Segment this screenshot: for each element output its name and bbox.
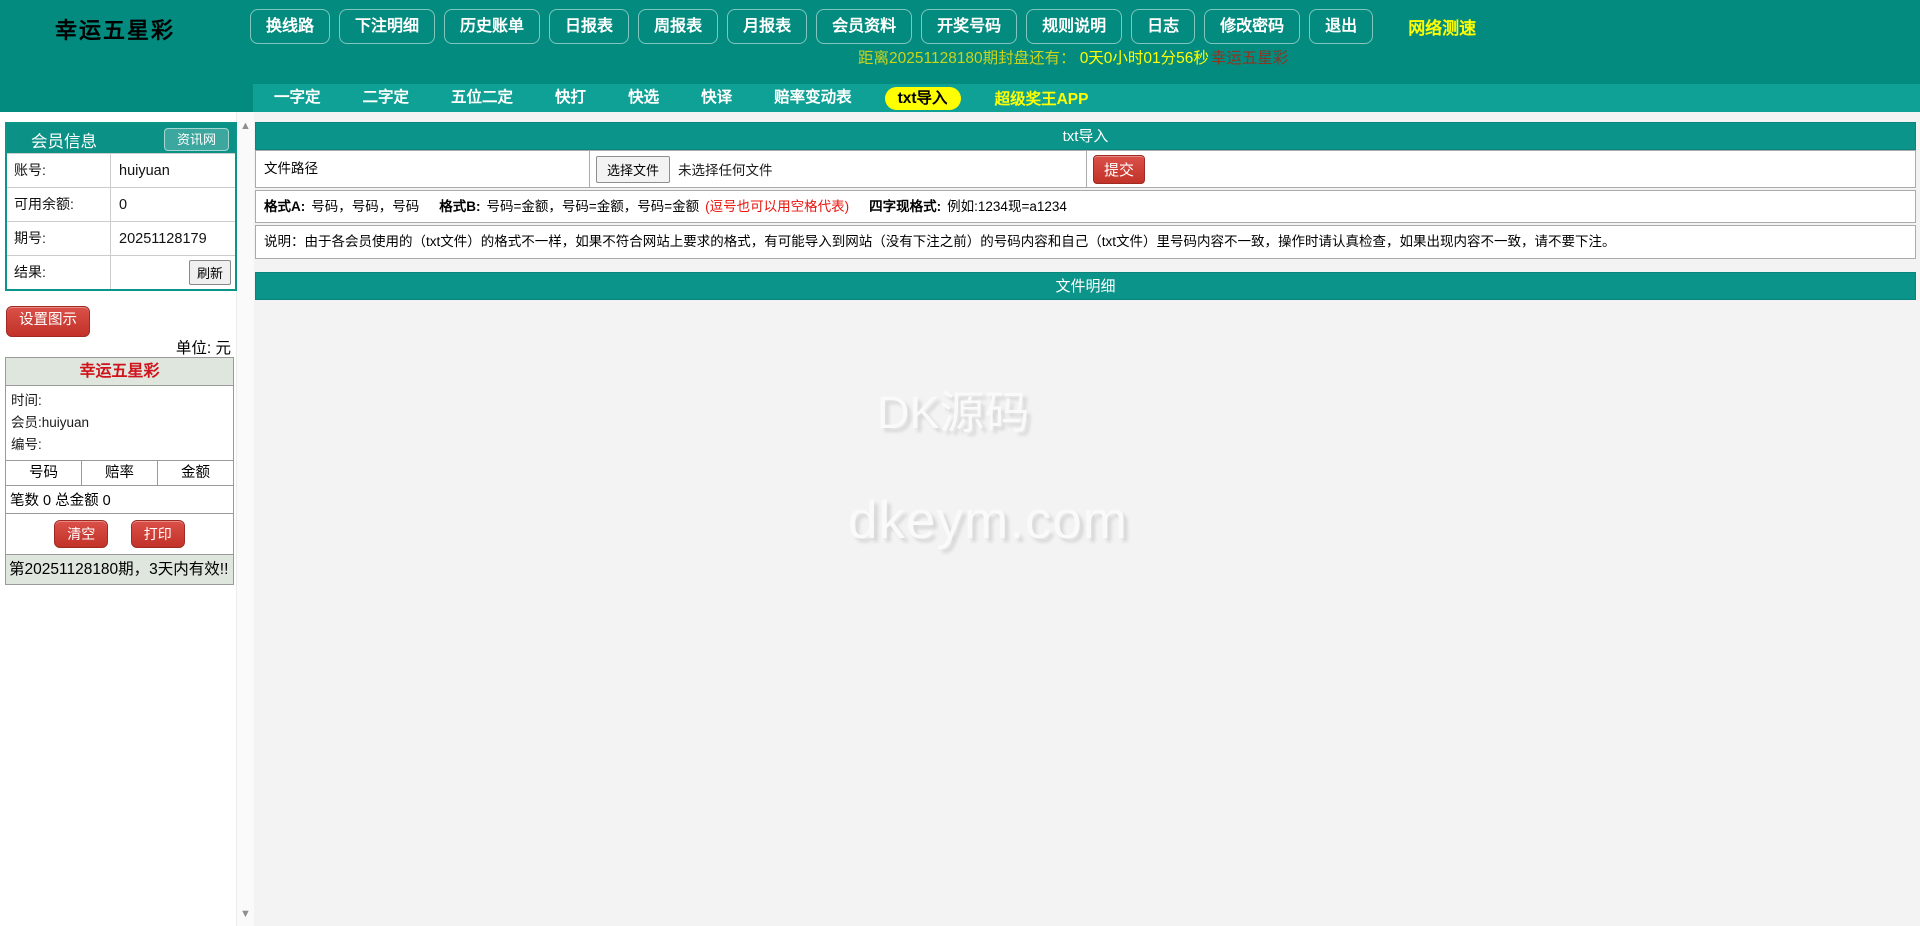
scroll-up-icon[interactable]: ▲ <box>237 120 254 132</box>
file-input[interactable]: 选择文件 未选择任何文件 <box>590 151 1087 187</box>
bet-slip-info: 时间: 会员:huiyuan 编号: <box>6 386 233 460</box>
network-speed-test-link[interactable]: 网络测速 <box>1408 14 1476 39</box>
format-hint-row: 格式A: 号码，号码，号码 格式B: 号码=金额，号码=金额，号码=金额 (逗号也可以用… <box>255 190 1916 223</box>
member-row-balance: 可用余额: 0 <box>7 187 235 221</box>
submit-button[interactable]: 提交 <box>1093 155 1145 184</box>
tab-two-digit[interactable]: 二字定 <box>342 84 431 112</box>
close-countdown: 距离20251128180期封盘还有：0天0小时01分56秒幸运五星彩 <box>858 46 1288 68</box>
nav-button-change-password[interactable]: 修改密码 <box>1204 9 1300 44</box>
bet-number-line: 编号: <box>11 434 228 456</box>
nav-button-rules[interactable]: 规则说明 <box>1026 9 1122 44</box>
submit-cell: 提交 <box>1087 151 1915 187</box>
bet-member-line: 会员:huiyuan <box>11 412 228 434</box>
nav-button-logs[interactable]: 日志 <box>1131 9 1195 44</box>
tab-quick-pick[interactable]: 快选 <box>607 84 680 112</box>
tab-five-position-two[interactable]: 五位二定 <box>430 84 534 112</box>
bet-slip-title: 幸运五星彩 <box>6 358 233 386</box>
nav-button-history-bills[interactable]: 历史账单 <box>444 9 540 44</box>
nav-button-member-info[interactable]: 会员资料 <box>816 9 912 44</box>
bet-slip-buttons: 清空 打印 <box>6 513 233 554</box>
result-label: 结果: <box>7 256 111 289</box>
tab-quick-type[interactable]: 快打 <box>534 84 607 112</box>
game-tabbar: 一字定 二字定 五位二定 快打 快选 快译 赔率变动表 txt导入 超级奖王AP… <box>253 84 1920 112</box>
bet-summary: 笔数 0 总金额 0 <box>6 486 233 513</box>
format-b-value: 号码=金额，号码=金额，号码=金额 <box>487 199 700 214</box>
set-icon-button[interactable]: 设置图示 <box>6 306 90 337</box>
clear-button[interactable]: 清空 <box>54 520 108 548</box>
countdown-lottery-name: 幸运五星彩 <box>1211 50 1289 67</box>
watermark-dk: DK源码 <box>877 376 1030 441</box>
member-info-header: 会员信息 资讯网 <box>7 124 235 153</box>
tab-quick-translate[interactable]: 快译 <box>680 84 753 112</box>
file-path-label: 文件路径 <box>256 151 590 187</box>
account-label: 账号: <box>7 154 111 187</box>
nav-button-monthly-report[interactable]: 月报表 <box>727 9 807 44</box>
balance-label: 可用余额: <box>7 188 111 221</box>
column-amount: 金额 <box>158 461 233 485</box>
countdown-time: 0天0小时01分56秒 <box>1080 50 1209 67</box>
print-button[interactable]: 打印 <box>131 520 185 548</box>
balance-value: 0 <box>111 197 235 213</box>
countdown-prefix: 距离20251128180期封盘还有： <box>858 50 1076 67</box>
period-value: 20251128179 <box>111 231 235 247</box>
format-c-label: 四字现格式: <box>869 199 941 214</box>
no-file-chosen-text: 未选择任何文件 <box>678 159 773 179</box>
column-odds: 赔率 <box>81 461 158 485</box>
file-detail-section-bar: 文件明细 <box>255 272 1916 300</box>
member-row-account: 账号: huiyuan <box>7 153 235 187</box>
column-number: 号码 <box>6 461 81 485</box>
nav-button-logout[interactable]: 退出 <box>1309 9 1373 44</box>
format-b-label: 格式B: <box>439 199 480 214</box>
tab-one-digit[interactable]: 一字定 <box>253 84 342 112</box>
nav-button-daily-report[interactable]: 日报表 <box>549 9 629 44</box>
instruction-row: 说明：由于各会员使用的（txt文件）的格式不一样，如果不符合网站上要求的格式，有… <box>255 225 1916 259</box>
top-header: 幸运五星彩 换线路 下注明细 历史账单 日报表 周报表 月报表 会员资料 开奖号… <box>0 0 1920 112</box>
sidebar-scrollbar[interactable]: ▲ ▼ <box>236 112 254 926</box>
scroll-down-icon[interactable]: ▼ <box>237 908 254 920</box>
bet-validity-notice: 第20251128180期，3天内有效!! <box>6 554 233 584</box>
site-title: 幸运五星彩 <box>55 13 175 45</box>
nav-button-change-line[interactable]: 换线路 <box>250 9 330 44</box>
bet-time-line: 时间: <box>11 390 228 412</box>
watermark-domain: dkeym.com <box>848 490 1128 551</box>
member-info-title: 会员信息 <box>31 128 97 152</box>
account-value: huiyuan <box>111 163 235 179</box>
nav-button-lottery-numbers[interactable]: 开奖号码 <box>921 9 1017 44</box>
format-b-note: (逗号也可以用空格代表) <box>705 199 849 214</box>
super-app-link[interactable]: 超级奖王APP <box>973 87 1111 109</box>
info-site-button[interactable]: 资讯网 <box>164 128 229 151</box>
member-info-panel: 会员信息 资讯网 账号: huiyuan 可用余额: 0 期号: 2025112… <box>5 122 237 291</box>
format-a-label: 格式A: <box>264 199 305 214</box>
format-c-value: 例如:1234现=a1234 <box>947 199 1067 214</box>
nav-button-bet-details[interactable]: 下注明细 <box>339 9 435 44</box>
member-row-period: 期号: 20251128179 <box>7 221 235 255</box>
tab-txt-import-active[interactable]: txt导入 <box>885 87 961 110</box>
format-a-value: 号码，号码，号码 <box>311 199 419 214</box>
file-import-form-row: 文件路径 选择文件 未选择任何文件 提交 <box>255 150 1916 188</box>
bet-slip-panel: 幸运五星彩 时间: 会员:huiyuan 编号: 号码 赔率 金额 笔数 0 总… <box>5 357 234 585</box>
unit-label: 单位: 元 <box>0 336 231 358</box>
refresh-button[interactable]: 刷新 <box>189 260 231 285</box>
bet-table-header: 号码 赔率 金额 <box>6 460 233 486</box>
period-label: 期号: <box>7 222 111 255</box>
tab-odds-change-table[interactable]: 赔率变动表 <box>753 84 873 112</box>
txt-import-section-bar: txt导入 <box>255 122 1916 150</box>
member-row-result: 结果: 刷新 <box>7 255 235 289</box>
main-nav: 换线路 下注明细 历史账单 日报表 周报表 月报表 会员资料 开奖号码 规则说明… <box>250 9 1476 44</box>
nav-button-weekly-report[interactable]: 周报表 <box>638 9 718 44</box>
choose-file-button[interactable]: 选择文件 <box>596 156 670 183</box>
